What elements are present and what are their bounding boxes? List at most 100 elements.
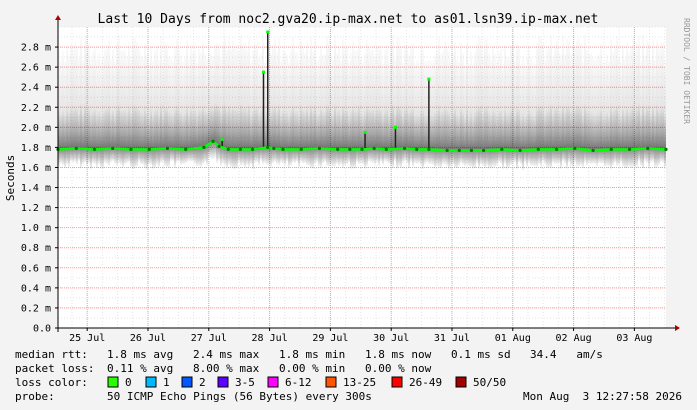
median-rtt-point (646, 146, 650, 151)
smoke-column (138, 47, 140, 150)
loss-color-item-label: 13-25 (343, 376, 376, 389)
smoke-column-low (264, 147, 266, 164)
smoke-column-low (382, 149, 384, 166)
smoke-column-low (196, 148, 198, 167)
y-axis-arrow (55, 15, 61, 20)
smoke-column-low (78, 148, 80, 161)
smoke-column (512, 39, 514, 150)
smoke-column (66, 45, 68, 149)
smoke-column (294, 51, 296, 150)
smoke-column-low (374, 148, 376, 165)
smoke-column (70, 43, 72, 149)
smoke-column (144, 43, 146, 150)
median-rtt-point (147, 147, 151, 152)
smoke-column (128, 41, 130, 150)
smoke-column-low (394, 148, 396, 162)
smoke-column (212, 55, 214, 143)
smoke-column-low (68, 148, 70, 168)
smoke-column-low (414, 149, 416, 164)
smoke-column-low (508, 149, 510, 168)
smoke-column (122, 50, 124, 149)
smoke-column (494, 54, 496, 150)
smoke-column-low (64, 149, 66, 169)
smoke-column-low (206, 146, 208, 166)
smoke-column-low (426, 149, 428, 163)
smoke-column-low (104, 148, 106, 163)
smoke-column-low (520, 150, 522, 164)
y-tick-label: 2.2 m (21, 103, 51, 114)
y-tick-label: 0.2 m (21, 303, 51, 314)
smoke-column (244, 41, 246, 150)
smoke-column (558, 52, 560, 150)
median-rtt-label: median rtt: (15, 348, 88, 361)
smoke-column (270, 53, 272, 148)
smoke-column-low (454, 150, 456, 169)
packet-loss-min: 0.00 % min (279, 362, 345, 375)
smoke-column-low (558, 149, 560, 164)
smoke-column (84, 34, 86, 149)
smoke-column-low (128, 149, 130, 163)
smoke-column-low (592, 150, 594, 164)
smoke-column-low (330, 148, 332, 166)
smoke-column-low (456, 150, 458, 169)
smoke-column-low (636, 149, 638, 167)
smoke-column-low (516, 150, 518, 170)
smoke-column (242, 44, 244, 150)
smoke-column (232, 40, 234, 150)
smoke-column (156, 46, 158, 150)
spike-point (262, 70, 266, 74)
smoke-column-low (244, 149, 246, 168)
smoke-column (568, 40, 570, 149)
smoke-column-low (440, 150, 442, 168)
smoke-column (202, 40, 204, 148)
smoke-column (180, 55, 182, 150)
smoke-column (412, 43, 414, 150)
smoke-column-low (572, 148, 574, 168)
median-rtt-max: 2.4 ms max (193, 348, 260, 361)
smoke-column (284, 52, 286, 150)
smoke-column-low (288, 149, 290, 168)
smoke-column-low (178, 148, 180, 162)
smoke-column (612, 51, 614, 150)
smoke-column (72, 48, 74, 149)
spike-point (266, 30, 270, 34)
smoke-column-low (232, 149, 234, 169)
smoke-column-low (504, 149, 506, 164)
smoke-column (164, 42, 166, 149)
smoke-column-low (84, 148, 86, 163)
smoke-column (628, 53, 630, 150)
smoke-column (68, 55, 70, 149)
y-tick-label: 2.4 m (21, 83, 51, 94)
smoke-column (282, 49, 284, 150)
smoke-column-low (176, 148, 178, 163)
smoke-column-low (272, 148, 274, 164)
smoke-column (408, 54, 410, 149)
smoke-column-low (308, 149, 310, 167)
smoke-column-low (648, 148, 650, 168)
smoke-column-low (446, 150, 448, 166)
smoke-column-low (248, 149, 250, 168)
smoke-column (484, 37, 486, 151)
smoke-column (640, 60, 642, 149)
smoke-column (524, 64, 526, 151)
smoke-column-low (388, 149, 390, 164)
smoke-column-low (292, 149, 294, 163)
median-rtt-point (372, 146, 376, 151)
smoke-column-low (354, 149, 356, 169)
smoke-column (566, 38, 568, 149)
smoke-column-low (60, 149, 62, 164)
smoke-column (500, 48, 502, 150)
y-axis-label: Seconds (4, 155, 17, 201)
smoke-column-low (376, 148, 378, 163)
smoke-column (292, 37, 294, 150)
smoke-column (152, 61, 154, 150)
smoke-column-low (344, 149, 346, 166)
smoke-column-low (162, 148, 164, 162)
smoke-column (510, 45, 512, 150)
smoke-column-low (452, 150, 454, 165)
y-tick-label: 0.4 m (21, 283, 51, 294)
loss-color-swatch (455, 376, 467, 388)
smoke-column-low (200, 147, 202, 168)
smoke-column (104, 49, 106, 149)
smoke-column-low (296, 149, 298, 162)
